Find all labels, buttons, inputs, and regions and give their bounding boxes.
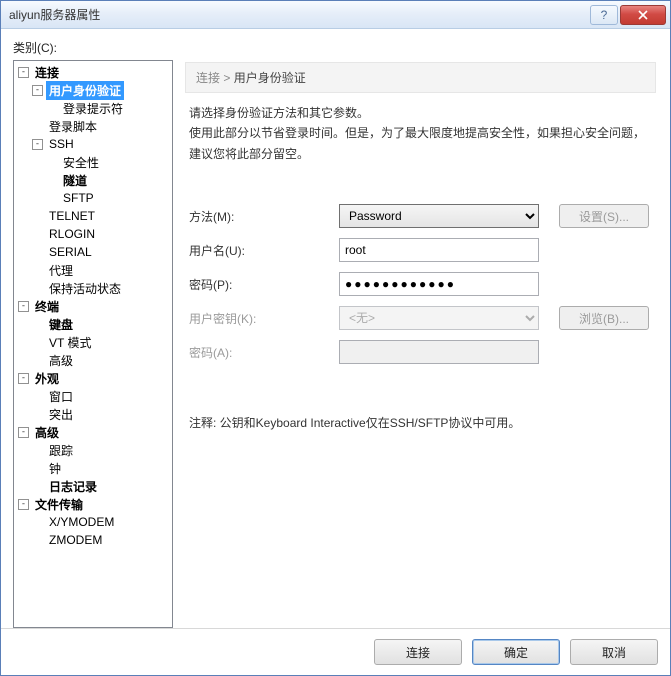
- tree-node-terminal[interactable]: -终端: [16, 297, 172, 315]
- method-label: 方法(M):: [189, 208, 339, 225]
- tree-node-window[interactable]: 窗口: [16, 387, 172, 405]
- cancel-button[interactable]: 取消: [570, 639, 658, 665]
- collapse-icon[interactable]: -: [18, 67, 29, 78]
- close-button[interactable]: [620, 5, 666, 25]
- ok-button[interactable]: 确定: [472, 639, 560, 665]
- row-password: 密码(P):: [185, 272, 656, 296]
- collapse-icon[interactable]: -: [18, 373, 29, 384]
- tree-node-zmodem[interactable]: ZMODEM: [16, 531, 172, 549]
- breadcrumb-current: 用户身份验证: [234, 71, 306, 85]
- passphrase-label: 密码(A):: [189, 344, 339, 361]
- tree-node-highlight[interactable]: 突出: [16, 405, 172, 423]
- tree-node-proxy[interactable]: 代理: [16, 261, 172, 279]
- footer: 连接 确定 取消: [1, 628, 670, 675]
- tree-node-sftp[interactable]: SFTP: [16, 189, 172, 207]
- tree-node-advanced[interactable]: -高级: [16, 423, 172, 441]
- tree-node-trace[interactable]: 跟踪: [16, 441, 172, 459]
- method-select-wrap: Password: [339, 204, 539, 228]
- dialog-window: aliyun服务器属性 ? 类别(C): -连接 -用户身份验证 登录提示符 登…: [0, 0, 671, 676]
- main-area: -连接 -用户身份验证 登录提示符 登录脚本 -SSH 安全性 隧道 SFTP …: [13, 60, 658, 628]
- username-label: 用户名(U):: [189, 242, 339, 259]
- tree-node-ssh[interactable]: -SSH: [16, 135, 172, 153]
- tree-node-logging[interactable]: 日志记录: [16, 477, 172, 495]
- password-input[interactable]: [339, 272, 539, 296]
- collapse-icon[interactable]: -: [18, 499, 29, 510]
- close-icon: [638, 10, 648, 20]
- collapse-icon[interactable]: -: [32, 85, 43, 96]
- collapse-icon[interactable]: -: [18, 301, 29, 312]
- tree-node-xymodem[interactable]: X/YMODEM: [16, 513, 172, 531]
- right-panel: 连接 > 用户身份验证 请选择身份验证方法和其它参数。 使用此部分以节省登录时间…: [181, 60, 658, 628]
- userkey-label: 用户密钥(K):: [189, 310, 339, 327]
- tree-node-serial[interactable]: SERIAL: [16, 243, 172, 261]
- tree-node-security[interactable]: 安全性: [16, 153, 172, 171]
- titlebar[interactable]: aliyun服务器属性 ?: [1, 1, 670, 29]
- breadcrumb: 连接 > 用户身份验证: [185, 62, 656, 93]
- tree-node-login-script[interactable]: 登录脚本: [16, 117, 172, 135]
- collapse-icon[interactable]: -: [32, 139, 43, 150]
- category-tree[interactable]: -连接 -用户身份验证 登录提示符 登录脚本 -SSH 安全性 隧道 SFTP …: [13, 60, 173, 628]
- tree-node-telnet[interactable]: TELNET: [16, 207, 172, 225]
- row-username: 用户名(U):: [185, 238, 656, 262]
- titlebar-buttons: ?: [590, 5, 670, 25]
- breadcrumb-sep: >: [220, 71, 234, 85]
- username-input[interactable]: [339, 238, 539, 262]
- note: 注释: 公钥和Keyboard Interactive仅在SSH/SFTP协议中…: [185, 414, 656, 431]
- row-userkey: 用户密钥(K): <无> 浏览(B)...: [185, 306, 656, 330]
- tree-node-login-prompt[interactable]: 登录提示符: [16, 99, 172, 117]
- desc-line2: 使用此部分以节省登录时间。但是，为了最大限度地提高安全性，如果担心安全问题，建议…: [189, 123, 652, 164]
- collapse-icon[interactable]: -: [18, 427, 29, 438]
- content: 类别(C): -连接 -用户身份验证 登录提示符 登录脚本 -SSH 安全性 隧…: [1, 29, 670, 628]
- setup-button[interactable]: 设置(S)...: [559, 204, 649, 228]
- tree-node-keyboard[interactable]: 键盘: [16, 315, 172, 333]
- category-label: 类别(C):: [13, 39, 658, 56]
- row-method: 方法(M): Password 设置(S)...: [185, 204, 656, 228]
- browse-button[interactable]: 浏览(B)...: [559, 306, 649, 330]
- desc-line1: 请选择身份验证方法和其它参数。: [189, 103, 652, 123]
- tree-node-tunnel[interactable]: 隧道: [16, 171, 172, 189]
- tree-node-auth[interactable]: -用户身份验证: [16, 81, 172, 99]
- tree-node-vt[interactable]: VT 模式: [16, 333, 172, 351]
- description: 请选择身份验证方法和其它参数。 使用此部分以节省登录时间。但是，为了最大限度地提…: [185, 103, 656, 164]
- method-select[interactable]: Password: [339, 204, 539, 228]
- tree-node-keepalive[interactable]: 保持活动状态: [16, 279, 172, 297]
- help-button[interactable]: ?: [590, 5, 618, 25]
- userkey-select: <无>: [339, 306, 539, 330]
- breadcrumb-root: 连接: [196, 71, 220, 85]
- tree-node-appearance[interactable]: -外观: [16, 369, 172, 387]
- row-passphrase: 密码(A):: [185, 340, 656, 364]
- tree-node-connection[interactable]: -连接: [16, 63, 172, 81]
- help-icon: ?: [601, 8, 608, 22]
- tree-node-filetransfer[interactable]: -文件传输: [16, 495, 172, 513]
- passphrase-input: [339, 340, 539, 364]
- tree-node-rlogin[interactable]: RLOGIN: [16, 225, 172, 243]
- window-title: aliyun服务器属性: [1, 6, 100, 23]
- password-label: 密码(P):: [189, 276, 339, 293]
- connect-button[interactable]: 连接: [374, 639, 462, 665]
- tree-node-adv-term[interactable]: 高级: [16, 351, 172, 369]
- tree-node-bell[interactable]: 钟: [16, 459, 172, 477]
